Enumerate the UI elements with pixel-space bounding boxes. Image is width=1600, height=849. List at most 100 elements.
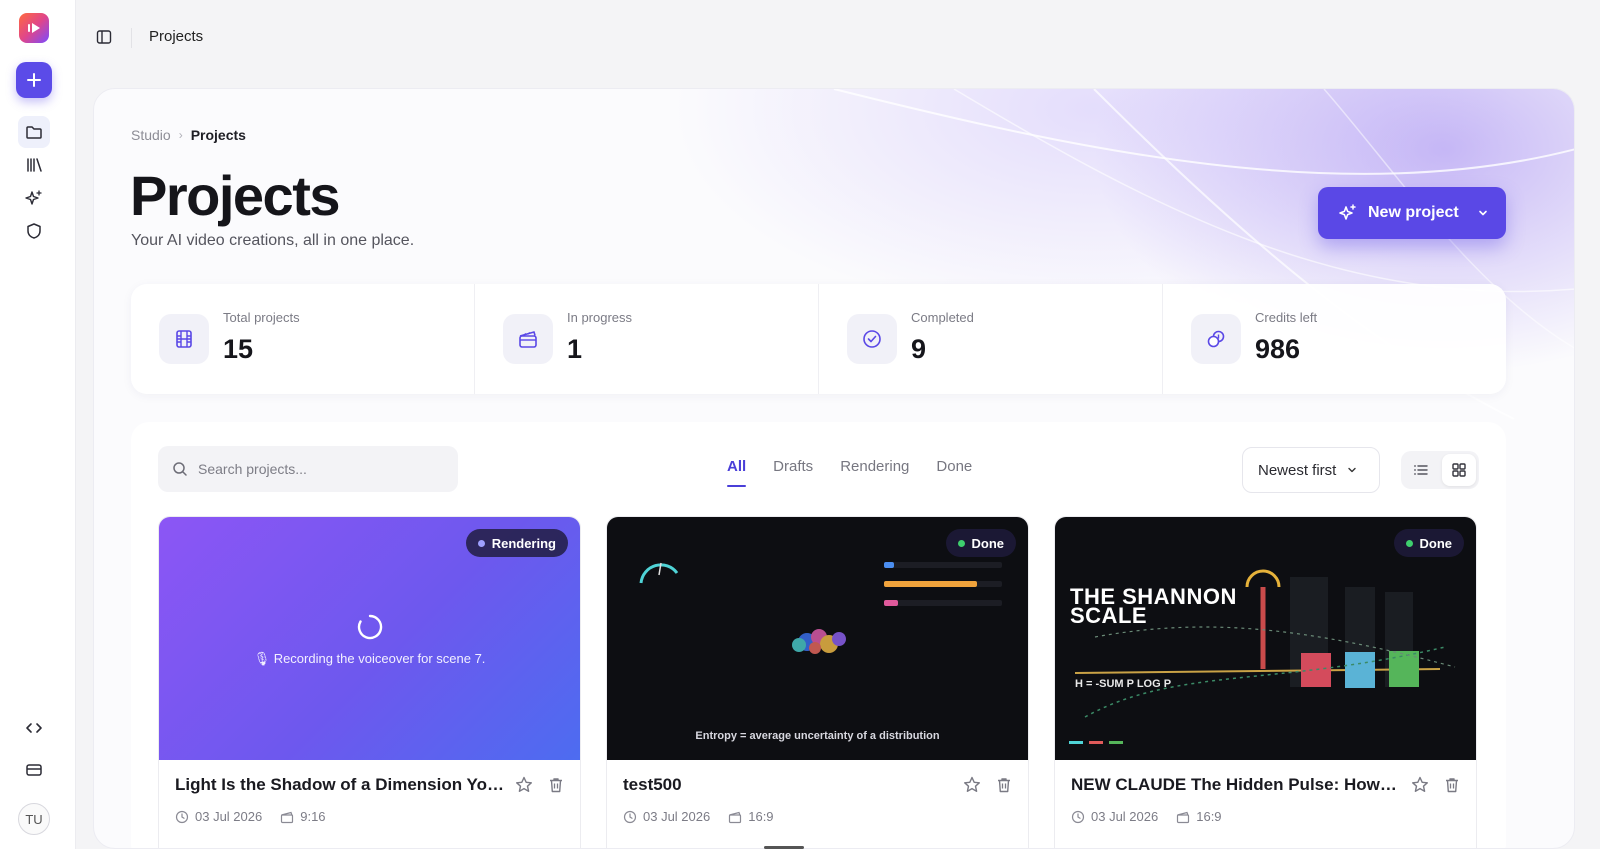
clock-icon [175,810,189,823]
nav-library[interactable] [0,149,68,181]
nav-billing[interactable] [0,754,68,786]
stat-label: In progress [567,310,633,325]
stat-credits-left: Credits left 986 [1163,284,1506,394]
new-project-button[interactable]: New project [1318,187,1506,239]
create-button[interactable] [0,62,68,98]
nav-security[interactable] [0,215,68,247]
meta-date: 03 Jul 2026 [623,809,710,824]
stat-in-progress: In progress 1 [475,284,819,394]
stat-value: 1 [567,334,583,364]
grid-icon [1452,463,1466,477]
status-badge: Done [1393,529,1464,557]
project-meta: 03 Jul 2026 16:9 [1071,809,1222,824]
sidebar-toggle-button[interactable] [96,29,112,50]
nav-projects[interactable] [0,116,68,148]
projects-section: All Drafts Rendering Done Newest first [131,422,1506,848]
project-date: 03 Jul 2026 [1091,809,1159,824]
breadcrumb-separator: › [178,128,183,142]
project-thumbnail[interactable]: Rendering 🎙 Recording the voiceover for … [159,517,580,760]
project-card[interactable]: Done THE SHANNON SCALE H = -SUM P LOG P … [1054,516,1477,848]
project-card[interactable]: Rendering 🎙 Recording the voiceover for … [158,516,581,848]
star-icon[interactable] [962,775,982,795]
new-project-label: New project [1368,204,1459,221]
project-thumbnail[interactable]: Done THE SHANNON SCALE H = -SUM P LOG P [1055,517,1476,760]
clock-icon [623,810,637,823]
clapperboard-icon [1177,811,1190,823]
project-thumbnail[interactable]: Done Entropy = average uncertainty of a … [607,517,1028,760]
status-label: Done [1419,535,1453,551]
tab-done[interactable]: Done [936,458,972,475]
user-menu[interactable]: TU [0,803,68,835]
loading-spinner-icon [357,614,382,640]
project-title[interactable]: NEW CLAUDE The Hidden Pulse: How Ent... [1071,775,1401,795]
project-card[interactable]: Done Entropy = average uncertainty of a … [606,516,1029,848]
stat-value: 9 [911,334,927,364]
status-dot [477,539,485,547]
search-icon [173,462,187,476]
thumbnail-formula: H = -SUM P LOG P [1075,678,1172,690]
list-view-button[interactable] [1404,454,1438,486]
check-circle-icon [847,314,897,364]
trash-icon[interactable] [1442,775,1462,795]
logo-icon [19,13,49,43]
divider [131,28,132,48]
folder-icon [18,116,50,148]
credit-card-icon [18,754,50,786]
stat-completed: Completed 9 [819,284,1163,394]
star-icon[interactable] [1410,775,1430,795]
view-toggle [1401,451,1479,489]
main-panel: Studio › Projects Projects Your AI video… [93,88,1575,849]
breadcrumb-studio[interactable]: Studio [131,127,171,143]
filter-tabs: All Drafts Rendering Done [727,458,972,487]
meta-ratio: 9:16 [280,809,326,824]
tab-drafts[interactable]: Drafts [773,458,813,475]
code-icon [18,712,50,744]
sidebar-toggle-icon [96,30,112,44]
status-dot [1405,539,1413,547]
status-label: Rendering [491,535,556,551]
clock-icon [1071,810,1085,823]
project-title[interactable]: test500 [623,775,953,795]
search-input[interactable] [198,461,438,477]
app-logo[interactable] [0,13,68,43]
status-badge: Done [945,529,1016,557]
project-date: 03 Jul 2026 [643,809,711,824]
coins-icon [1191,314,1241,364]
stat-value: 986 [1255,334,1301,364]
grid-view-button[interactable] [1442,454,1476,486]
stat-label: Completed [911,310,974,325]
status-dot [957,539,965,547]
library-icon [18,149,50,181]
stat-total-projects: Total projects 15 [131,284,475,394]
tab-all[interactable]: All [727,458,747,487]
aspect-ratio: 16:9 [748,809,774,824]
list-icon [1414,465,1428,475]
sort-label: Newest first [1258,461,1337,479]
film-icon [159,314,209,364]
clapperboard-icon [281,811,294,823]
tab-rendering[interactable]: Rendering [840,458,909,475]
breadcrumb-current: Projects [190,127,246,143]
stat-value: 15 [223,334,254,364]
star-icon[interactable] [514,775,534,795]
sort-select[interactable]: Newest first [1242,447,1380,493]
thumbnail-caption: Entropy = average uncertainty of a distr… [695,730,940,742]
meta-date: 03 Jul 2026 [1071,809,1158,824]
stat-label: Total projects [223,310,300,325]
thumbnail-heading: THE SHANNON SCALE [1070,586,1237,627]
project-meta: 03 Jul 2026 9:16 [175,809,326,824]
trash-icon[interactable] [994,775,1014,795]
nav-developer[interactable] [0,712,68,744]
search-box[interactable] [158,446,458,492]
project-title[interactable]: Light Is the Shadow of a Dimension You .… [175,775,505,795]
rendering-status-text: 🎙 Recording the voiceover for scene 7. [253,651,486,666]
aspect-ratio: 16:9 [1196,809,1222,824]
stat-label: Credits left [1255,310,1318,325]
topbar-title: Projects [149,28,204,45]
status-badge: Rendering [465,529,568,557]
aspect-ratio: 9:16 [300,809,326,824]
chevron-down-icon [1348,467,1357,473]
trash-icon[interactable] [546,775,566,795]
nav-ai[interactable] [0,182,68,214]
avatar: TU [18,803,50,835]
